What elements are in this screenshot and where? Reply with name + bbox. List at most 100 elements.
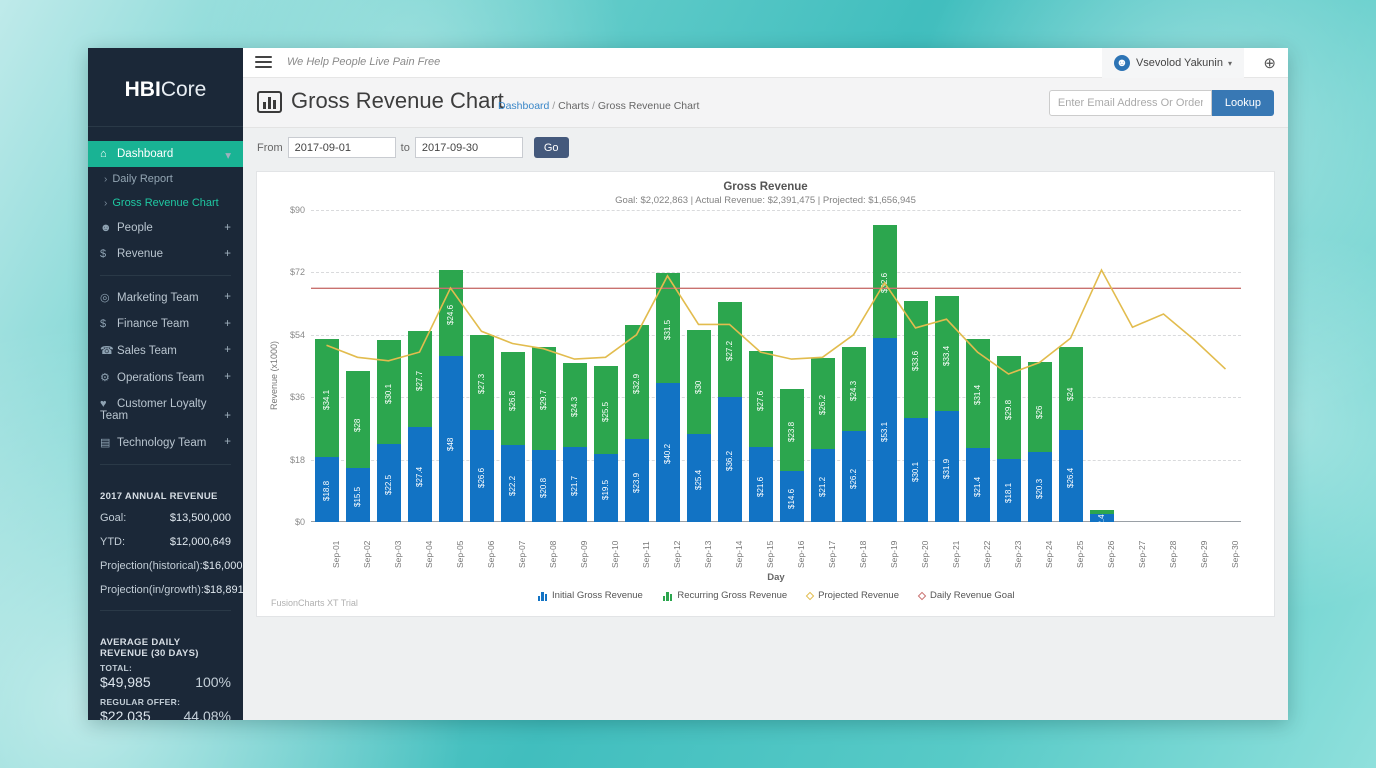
sidebar-item-label: Marketing Team [117,292,199,304]
y-tick-label: $72 [265,267,305,277]
expand-plus-icon: + [224,410,231,422]
user-name: Vsevolod Yakunin [1136,57,1223,69]
y-tick-label: $0 [265,517,305,527]
hamburger-menu-icon[interactable] [255,56,272,69]
date-from-input[interactable] [288,137,396,158]
stat-value: $16,000,203 [203,560,243,572]
date-to-input[interactable] [415,137,523,158]
sidebar-item-technology-team[interactable]: ▤Technology Team+ [88,429,243,456]
sidebar-item-label: Sales Team [117,345,177,357]
stat-value: $49,985 [100,674,151,690]
logo-light: Core [161,78,207,101]
lookup-button[interactable]: Lookup [1212,90,1274,116]
legend-item-projected-revenue[interactable]: Projected Revenue [807,590,899,601]
x-tick-label: Sep-09 [579,541,589,568]
x-tick-label: Sep-11 [641,541,651,568]
dollar-icon: $ [100,248,117,260]
x-tick-label: Sep-06 [486,541,496,568]
sidebar-subitem-gross-revenue-chart[interactable]: ›Gross Revenue Chart [88,191,243,215]
order-lookup: Lookup [1049,90,1274,116]
sidebar-item-operations-team[interactable]: ⚙Operations Team+ [88,364,243,391]
stat-label: Projection(in/growth): [100,584,204,596]
x-tick-label: Sep-17 [827,541,837,568]
legend-diamond-icon [918,591,926,599]
sidebar-subitem-daily-report[interactable]: ›Daily Report [88,167,243,191]
x-tick-label: Sep-29 [1199,541,1209,568]
x-tick-label: Sep-21 [951,541,961,568]
x-tick-label: Sep-19 [889,541,899,568]
legend-diamond-icon [806,591,814,599]
breadcrumb-current: Gross Revenue Chart [598,100,700,112]
stat-percent: 100% [195,674,231,690]
x-tick-label: Sep-05 [455,541,465,568]
daily-revenue-row: REGULAR OFFER:$22,035 44.08% [100,697,231,720]
app-window: HBICore ⌂Dashboard▾›Daily Report›Gross R… [88,48,1288,720]
annual-revenue-section: 2017 ANNUAL REVENUE Goal:$13,500,000YTD:… [88,473,243,602]
stat-value: $22,035 [100,708,151,720]
x-tick-label: Sep-27 [1137,541,1147,568]
x-tick-label: Sep-22 [982,541,992,568]
home-icon: ⌂ [100,148,117,160]
legend-label: Recurring Gross Revenue [677,590,787,601]
breadcrumb: Dashboard / Charts / Gross Revenue Chart [498,100,699,112]
sidebar-item-people[interactable]: ☻People+ [88,215,243,241]
x-tick-label: Sep-15 [765,541,775,568]
bar-chart-icon [257,91,282,113]
legend-item-initial-gross-revenue[interactable]: Initial Gross Revenue [538,590,643,601]
app-logo[interactable]: HBICore [88,48,243,127]
sidebar-item-finance-team[interactable]: $Finance Team+ [88,311,243,337]
legend-item-daily-revenue-goal[interactable]: Daily Revenue Goal [919,590,1015,601]
sidebar-item-revenue[interactable]: $Revenue+ [88,241,243,267]
globe-icon[interactable]: ⊕ [1263,54,1276,72]
to-label: to [401,142,410,154]
top-navbar: We Help People Live Pain Free ☻ Vsevolod… [243,48,1288,78]
x-tick-label: Sep-28 [1168,541,1178,568]
expand-plus-icon: + [224,222,231,234]
x-tick-label: Sep-04 [424,541,434,568]
chart-subtitle: Goal: $2,022,863 | Actual Revenue: $2,39… [257,195,1274,206]
gears-icon: ⚙ [100,371,117,384]
sidebar-menu: ⌂Dashboard▾›Daily Report›Gross Revenue C… [88,127,243,456]
annual-revenue-title: 2017 ANNUAL REVENUE [100,491,231,502]
stat-label: Projection(historical): [100,560,203,572]
annual-revenue-row: YTD:$12,000,649 [100,530,231,554]
chart-legend: Initial Gross Revenue Recurring Gross Rev… [311,590,1241,601]
expand-plus-icon: + [224,248,231,260]
legend-bar-icon [538,591,548,601]
screen-icon: ▤ [100,436,117,449]
x-axis-title: Day [311,572,1241,583]
chevron-right-icon: › [104,174,107,185]
x-tick-label: Sep-02 [362,541,372,568]
expand-plus-icon: + [224,371,231,383]
user-menu[interactable]: ☻ Vsevolod Yakunin ▾ [1102,48,1244,78]
go-button[interactable]: Go [534,137,569,158]
menu-divider [100,275,231,276]
sidebar-item-label: Finance Team [117,318,189,330]
stat-label: REGULAR OFFER: [100,697,231,707]
breadcrumb-charts[interactable]: Charts [558,100,589,112]
sidebar-item-marketing-team[interactable]: ◎Marketing Team+ [88,284,243,311]
stat-label: YTD: [100,536,125,548]
chart-panel: Gross Revenue Goal: $2,022,863 | Actual … [256,171,1275,617]
sidebar-item-label: People [117,222,153,234]
x-tick-label: Sep-01 [331,541,341,568]
x-tick-label: Sep-26 [1106,541,1116,568]
x-tick-label: Sep-14 [734,541,744,568]
x-tick-label: Sep-18 [858,541,868,568]
from-label: From [257,142,283,154]
expand-plus-icon: + [224,436,231,448]
projected-revenue-line [327,270,1226,374]
sidebar-item-customer-loyalty-team[interactable]: ♥Customer Loyalty Team+ [88,391,243,429]
sidebar-item-dashboard[interactable]: ⌂Dashboard▾ [88,141,243,167]
x-tick-label: Sep-24 [1044,541,1054,568]
order-lookup-input[interactable] [1049,90,1212,116]
stat-value: $13,500,000 [170,512,231,524]
target-icon: ◎ [100,291,117,304]
content-area: From to Go Gross Revenue Goal: $2,022,86… [243,129,1288,720]
sidebar-item-sales-team[interactable]: ☎Sales Team+ [88,337,243,364]
stat-percent: 44.08% [184,708,231,720]
legend-item-recurring-gross-revenue[interactable]: Recurring Gross Revenue [663,590,787,601]
expand-plus-icon: + [224,344,231,356]
x-tick-label: Sep-16 [796,541,806,568]
breadcrumb-dashboard[interactable]: Dashboard [498,100,549,112]
